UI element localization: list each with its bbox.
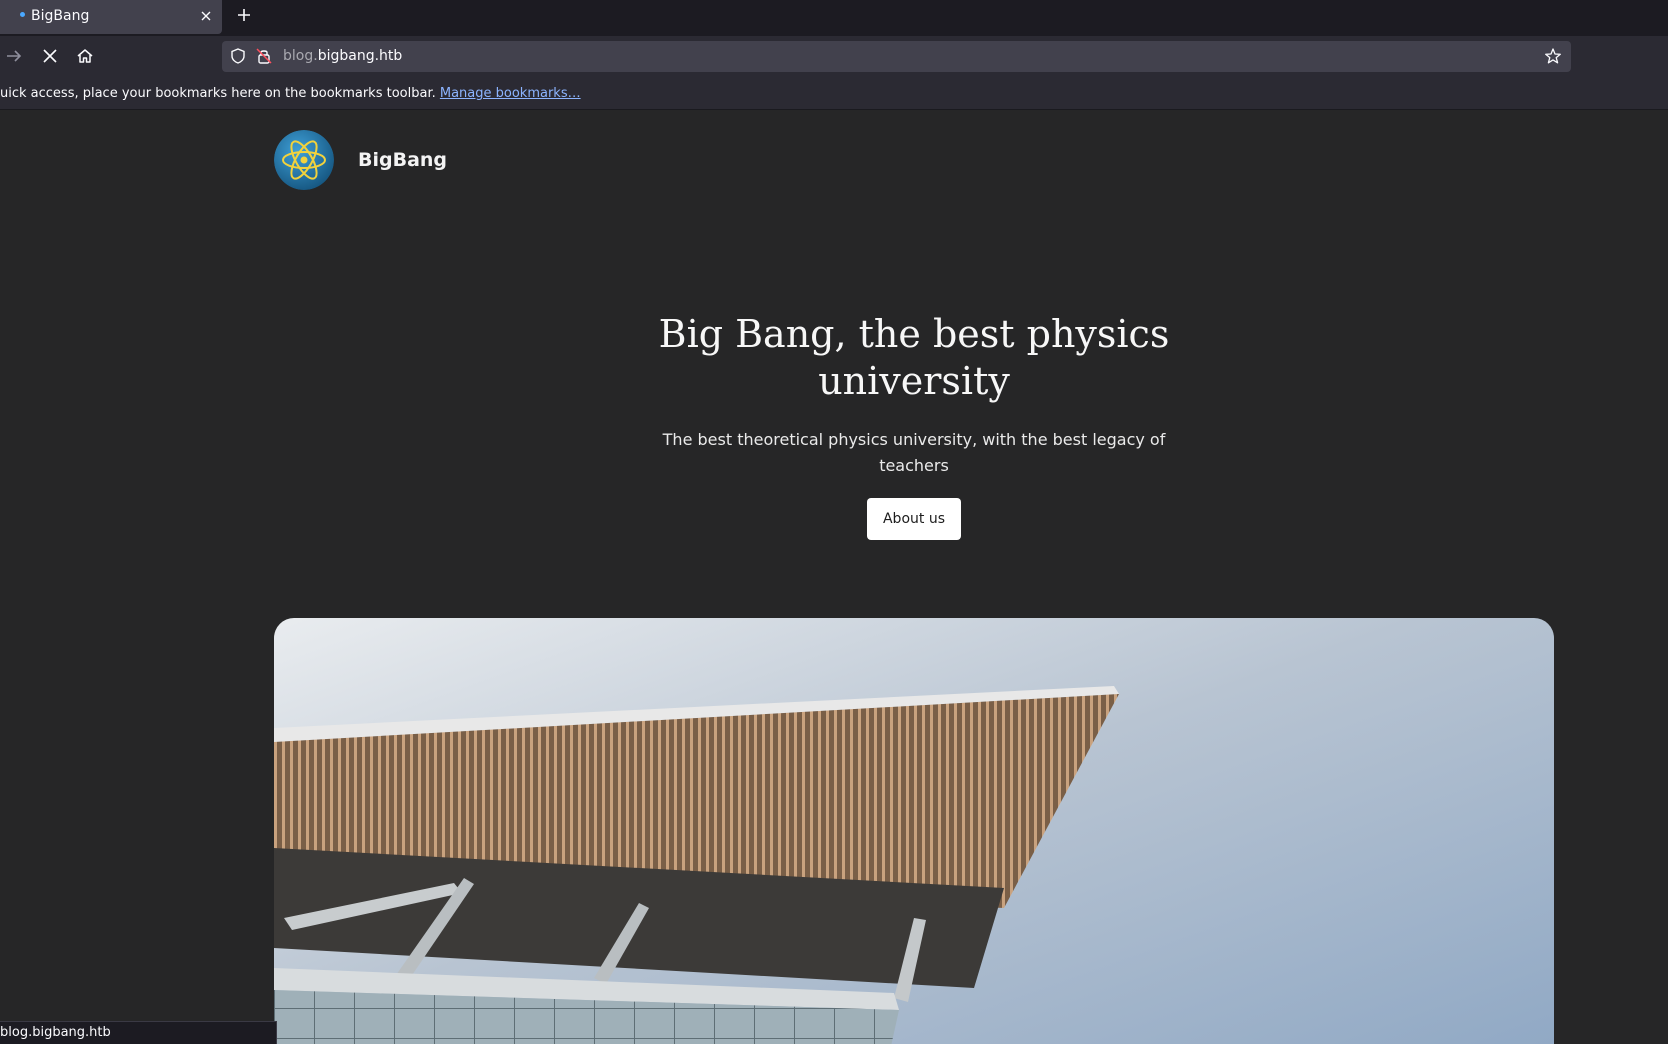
- loading-dot-icon: [20, 12, 25, 17]
- url-text[interactable]: blog.bigbang.htb: [283, 48, 402, 64]
- manage-bookmarks-link[interactable]: Manage bookmarks…: [440, 86, 581, 101]
- url-bar[interactable]: blog.bigbang.htb: [222, 41, 1571, 72]
- about-us-button[interactable]: About us: [867, 498, 961, 540]
- tab-title: BigBang: [31, 8, 90, 24]
- navigation-toolbar: blog.bigbang.htb: [0, 36, 1668, 76]
- status-url: blog.bigbang.htb: [0, 1025, 111, 1040]
- university-building-image: [274, 618, 1554, 1044]
- page-content: BigBang Big Bang, the best physics unive…: [0, 111, 1668, 1044]
- site-name[interactable]: BigBang: [358, 149, 447, 171]
- atom-logo-icon[interactable]: [274, 130, 334, 190]
- hero-subtitle: The best theoretical physics university,…: [662, 430, 1166, 475]
- bookmarks-message-text: uick access, place your bookmarks here o…: [0, 86, 436, 101]
- arrow-right-icon[interactable]: [4, 46, 24, 66]
- tab-strip: BigBang: [0, 0, 1668, 36]
- status-bar: blog.bigbang.htb: [0, 1021, 277, 1044]
- tab-bigbang[interactable]: BigBang: [0, 0, 222, 34]
- bookmarks-toolbar: uick access, place your bookmarks here o…: [0, 76, 1668, 110]
- shield-icon[interactable]: [229, 47, 247, 65]
- star-icon[interactable]: [1544, 47, 1562, 65]
- home-icon[interactable]: [75, 46, 95, 66]
- url-subdomain: blog.: [283, 48, 318, 64]
- insecure-lock-icon[interactable]: [255, 47, 273, 65]
- hero-title: Big Bang, the best physics university: [658, 312, 1170, 403]
- close-icon[interactable]: [196, 6, 216, 26]
- stop-icon[interactable]: [40, 46, 60, 66]
- url-domain: bigbang.htb: [317, 48, 403, 64]
- bookmarks-empty-message: uick access, place your bookmarks here o…: [0, 86, 581, 101]
- plus-icon[interactable]: [234, 5, 254, 25]
